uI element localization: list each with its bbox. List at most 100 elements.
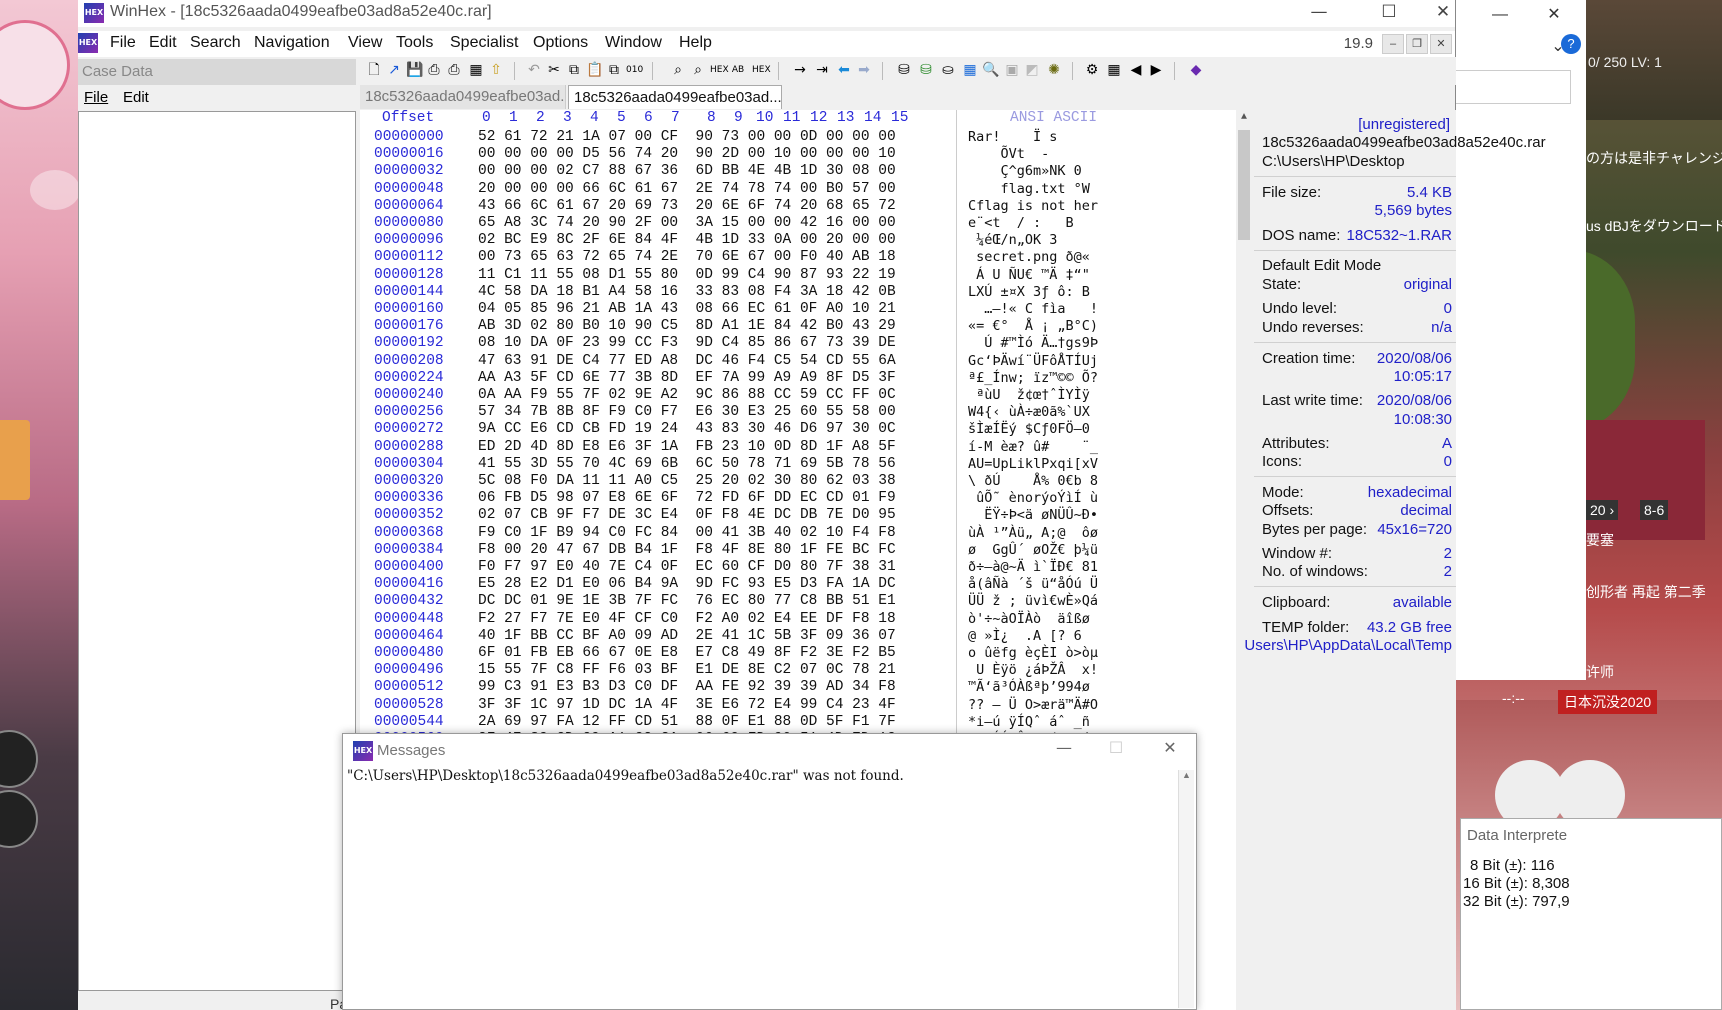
hex-row-bytes[interactable]: F8 00 20 47 67 DB B4 1F F8 4F 8E 80 1F F… <box>478 542 896 558</box>
hex-row-ascii[interactable]: ûÕ˜ ènorýoÝìÍ ù <box>968 490 1098 506</box>
replace-text-icon[interactable]: HEX <box>710 62 729 78</box>
hex-row-bytes[interactable]: 02 07 CB 9F F7 DE 3C E4 0F F8 4E DC DB 7… <box>478 507 896 523</box>
hex-row[interactable]: 00000368 F9 C0 1F B9 94 C0 FC 84 00 41 3B… <box>360 525 1252 544</box>
hex-row-ascii[interactable]: ?? — Ü O>ærä™Ä#O <box>968 697 1098 713</box>
hex-row-ascii[interactable]: Gc‘ÞÄwí¨ÜFôÅTÍUj <box>968 353 1098 369</box>
hex-row[interactable]: 00000320 5C 08 F0 DA 11 11 A0 C5 25 20 02… <box>360 473 1252 492</box>
mdi-restore-button[interactable]: ❐ <box>1406 34 1428 54</box>
properties-icon[interactable]: ▦ <box>468 62 484 78</box>
hex-row-ascii[interactable]: ð÷—à@~Ä ì`ÏÐ€ 81 <box>968 559 1098 575</box>
hex-row[interactable]: 00000528 3F 3F 1C 97 1D DC 1A 4F 3E E6 72… <box>360 697 1252 716</box>
messages-close-button[interactable]: ✕ <box>1147 738 1193 762</box>
mdi-close-button[interactable]: ✕ <box>1430 34 1452 54</box>
hex-row-bytes[interactable]: 65 A8 3C 74 20 90 2F 00 3A 15 00 00 42 1… <box>478 215 896 231</box>
hex-row-ascii[interactable]: šÌæÍËý $Cƒ0FÖ—0 <box>968 421 1090 437</box>
hex-row-bytes[interactable]: 47 63 91 DE C4 77 ED A8 DC 46 F4 C5 54 C… <box>478 353 896 369</box>
hex-row[interactable]: 00000048 20 00 00 00 66 6C 61 67 2E 74 78… <box>360 181 1252 200</box>
hex-row[interactable]: 00000224 AA A3 5F CD 6E 77 3B 8D EF 7A 99… <box>360 370 1252 389</box>
replace-hex-icon[interactable]: AB <box>730 62 746 78</box>
hex-row-bytes[interactable]: 20 00 00 00 66 6C 61 67 2E 74 78 74 00 B… <box>478 181 896 197</box>
menu-tools[interactable]: Tools <box>396 34 433 52</box>
goto-page-icon[interactable]: ⇥ <box>814 62 830 78</box>
hex-row-bytes[interactable]: 40 1F BB CC BF A0 09 AD 2E 41 1C 5B 3F 0… <box>478 628 896 644</box>
calculator-icon[interactable]: ▦ <box>962 62 978 78</box>
hex-row-ascii[interactable]: …–!« C fìa ! <box>968 301 1098 317</box>
hex-row[interactable]: 00000288 ED 2D 4D 8D E8 E6 3F 1A FB 23 10… <box>360 439 1252 458</box>
hex-row-ascii[interactable]: o ûëfg èçÈI ò>òµ <box>968 645 1098 661</box>
messages-scrollbar[interactable]: ▲ <box>1178 770 1194 1008</box>
hex-row-ascii[interactable]: ÕVt - <box>968 146 1050 162</box>
hex-row-ascii[interactable]: @ »Ì¿ .A [? 6 <box>968 628 1082 644</box>
hex-row-ascii[interactable]: W4{‹ ùÀ÷æ0ã%`UX <box>968 404 1090 420</box>
menu-window[interactable]: Window <box>605 34 662 52</box>
hex-row-bytes[interactable]: 99 C3 91 E3 B3 D3 C0 DF AA FE 92 39 39 A… <box>478 679 896 695</box>
find-again-icon[interactable]: HEX <box>752 62 771 78</box>
forward-icon[interactable]: ➡ <box>856 62 872 78</box>
hex-row-ascii[interactable]: ª£_Ínw; ïz™©© Õ? <box>968 370 1098 386</box>
grid-icon[interactable]: ▦ <box>1106 62 1122 78</box>
hex-row-bytes[interactable]: 4C 58 DA 18 B1 A4 58 16 33 83 08 F4 3A 1… <box>478 284 896 300</box>
hex-row-bytes[interactable]: 2A 69 97 FA 12 FF CD 51 88 0F E1 88 0D 5… <box>478 714 896 730</box>
hex-row-ascii[interactable]: ™Ã‘ã³ÓÀßªþ’99­4ø <box>968 679 1090 695</box>
hex-row-bytes[interactable]: 0A AA F9 55 7F 02 9E A2 9C 86 88 CC 59 C… <box>478 387 896 403</box>
hex-row[interactable]: 00000464 40 1F BB CC BF A0 09 AD 2E 41 1C… <box>360 628 1252 647</box>
help-book-icon[interactable]: ◆ <box>1188 62 1204 78</box>
hex-row[interactable]: 00000032 00 00 00 02 C7 88 67 36 6D BB 4E… <box>360 163 1252 182</box>
print-icon[interactable]: ⎙ <box>446 62 462 78</box>
hex-row-bytes[interactable]: 9A CC E6 CD CB FD 19 24 43 83 30 46 D6 9… <box>478 421 896 437</box>
hex-row[interactable]: 00000432 DC DC 01 9E 1E 3B 7F FC 76 EC 80… <box>360 593 1252 612</box>
hex-row-ascii[interactable]: ÜÜ ž ; üvì€wÈ»Qá <box>968 593 1098 609</box>
hex-row[interactable]: 00000400 F0 F7 97 E0 40 7E C4 0F EC 60 CF… <box>360 559 1252 578</box>
hex-row[interactable]: 00000256 57 34 7B 8B 8F F9 C0 F7 E6 30 E3… <box>360 404 1252 423</box>
hex-row-bytes[interactable]: 00 00 00 00 D5 56 74 20 90 2D 00 10 00 0… <box>478 146 896 162</box>
messages-minimize-button[interactable]: — <box>1041 738 1087 762</box>
hex-row-bytes[interactable]: 6F 01 FB EB 66 67 0E E8 E7 C8 49 8F F2 3… <box>478 645 896 661</box>
hex-row[interactable]: 00000512 99 C3 91 E3 B3 D3 C0 DF AA FE 92… <box>360 679 1252 698</box>
tab-file-1[interactable]: 18c5326aada0499eafbe03ad... <box>360 85 566 109</box>
hex-row-bytes[interactable]: 15 55 7F C8 FF F6 03 BF E1 DE 8E C2 07 0… <box>478 662 896 678</box>
hex-row[interactable]: 00000384 F8 00 20 47 67 DB B4 1F F8 4F 8E… <box>360 542 1252 561</box>
minimize-icon[interactable]: — <box>1477 2 1523 28</box>
hex-row[interactable]: 00000080 65 A8 3C 74 20 90 2F 00 3A 15 00… <box>360 215 1252 234</box>
open-icon[interactable]: ↗ <box>386 62 402 78</box>
hex-row[interactable]: 00000272 9A CC E6 CD CB FD 19 24 43 83 30… <box>360 421 1252 440</box>
hex-row[interactable]: 00000016 00 00 00 00 D5 56 74 20 90 2D 00… <box>360 146 1252 165</box>
hex-row-bytes[interactable]: 57 34 7B 8B 8F F9 C0 F7 E6 30 E3 25 60 5… <box>478 404 896 420</box>
maximize-button[interactable]: ☐ <box>1366 0 1412 27</box>
scroll-up-icon[interactable]: ▲ <box>1179 770 1194 780</box>
hex-row-ascii[interactable]: Ç^g6m»NK 0 <box>968 163 1082 179</box>
hex-row-bytes[interactable]: 43 66 6C 61 67 20 69 73 20 6E 6F 74 20 6… <box>478 198 896 214</box>
hex-row-bytes[interactable]: 04 05 85 96 21 AB 1A 43 08 66 EC 61 0F A… <box>478 301 896 317</box>
menu-options[interactable]: Options <box>533 34 588 52</box>
hex-row-ascii[interactable]: ¼éŒ/n„OK 3 <box>968 232 1057 248</box>
find-hex-icon[interactable]: ⌕ <box>690 62 706 78</box>
winhex-doc-icon[interactable]: HEX <box>78 33 98 53</box>
hash-icon[interactable]: ▣ <box>1004 62 1020 78</box>
goto-offset-icon[interactable]: → <box>792 62 808 78</box>
hex-row-bytes[interactable]: 06 FB D5 98 07 E8 6E 6F 72 FD 6F DD EC C… <box>478 490 896 506</box>
hex-row[interactable]: 00000336 06 FB D5 98 07 E8 6E 6F 72 FD 6F… <box>360 490 1252 509</box>
menu-navigation[interactable]: Navigation <box>254 34 330 52</box>
menu-file[interactable]: File <box>110 34 136 52</box>
hex-row[interactable]: 00000112 00 73 65 63 72 65 74 2E 70 6E 67… <box>360 249 1252 268</box>
scroll-thumb[interactable] <box>1238 130 1250 240</box>
ram-icon[interactable]: ⛀ <box>940 62 956 78</box>
hex-row-ascii[interactable]: U Èÿö ¿áÞŽÂ x! <box>968 662 1098 678</box>
copy-block-icon[interactable]: ⧉ <box>606 62 622 78</box>
hex-row[interactable]: 00000480 6F 01 FB EB 66 67 0E E8 E7 C8 49… <box>360 645 1252 664</box>
hex-row-bytes[interactable]: 5C 08 F0 DA 11 11 A0 C5 25 20 02 30 80 6… <box>478 473 896 489</box>
case-data-tree[interactable] <box>78 111 356 991</box>
hex-row-ascii[interactable]: secret.png ð@« <box>968 249 1090 265</box>
vertical-scrollbar[interactable]: ▲ <box>1236 110 1252 1010</box>
menu-help[interactable]: Help <box>679 34 712 52</box>
hex-row-ascii[interactable]: «= €° Å ¡ „B°C) <box>968 318 1098 334</box>
back-icon[interactable]: ⬅ <box>836 62 852 78</box>
undo-icon[interactable]: ↶ <box>526 62 542 78</box>
menu-search[interactable]: Search <box>190 34 241 52</box>
case-menu-edit[interactable]: Edit <box>123 89 149 106</box>
close-button[interactable]: ✕ <box>1420 0 1466 27</box>
hex-row[interactable]: 00000192 08 10 DA 0F 23 99 CC F3 9D C4 85… <box>360 335 1252 354</box>
hex-row-bytes[interactable]: 3F 3F 1C 97 1D DC 1A 4F 3E E6 72 E4 99 C… <box>478 697 896 713</box>
case-menu-file[interactable]: File <box>84 89 108 106</box>
menu-view[interactable]: View <box>348 34 382 52</box>
